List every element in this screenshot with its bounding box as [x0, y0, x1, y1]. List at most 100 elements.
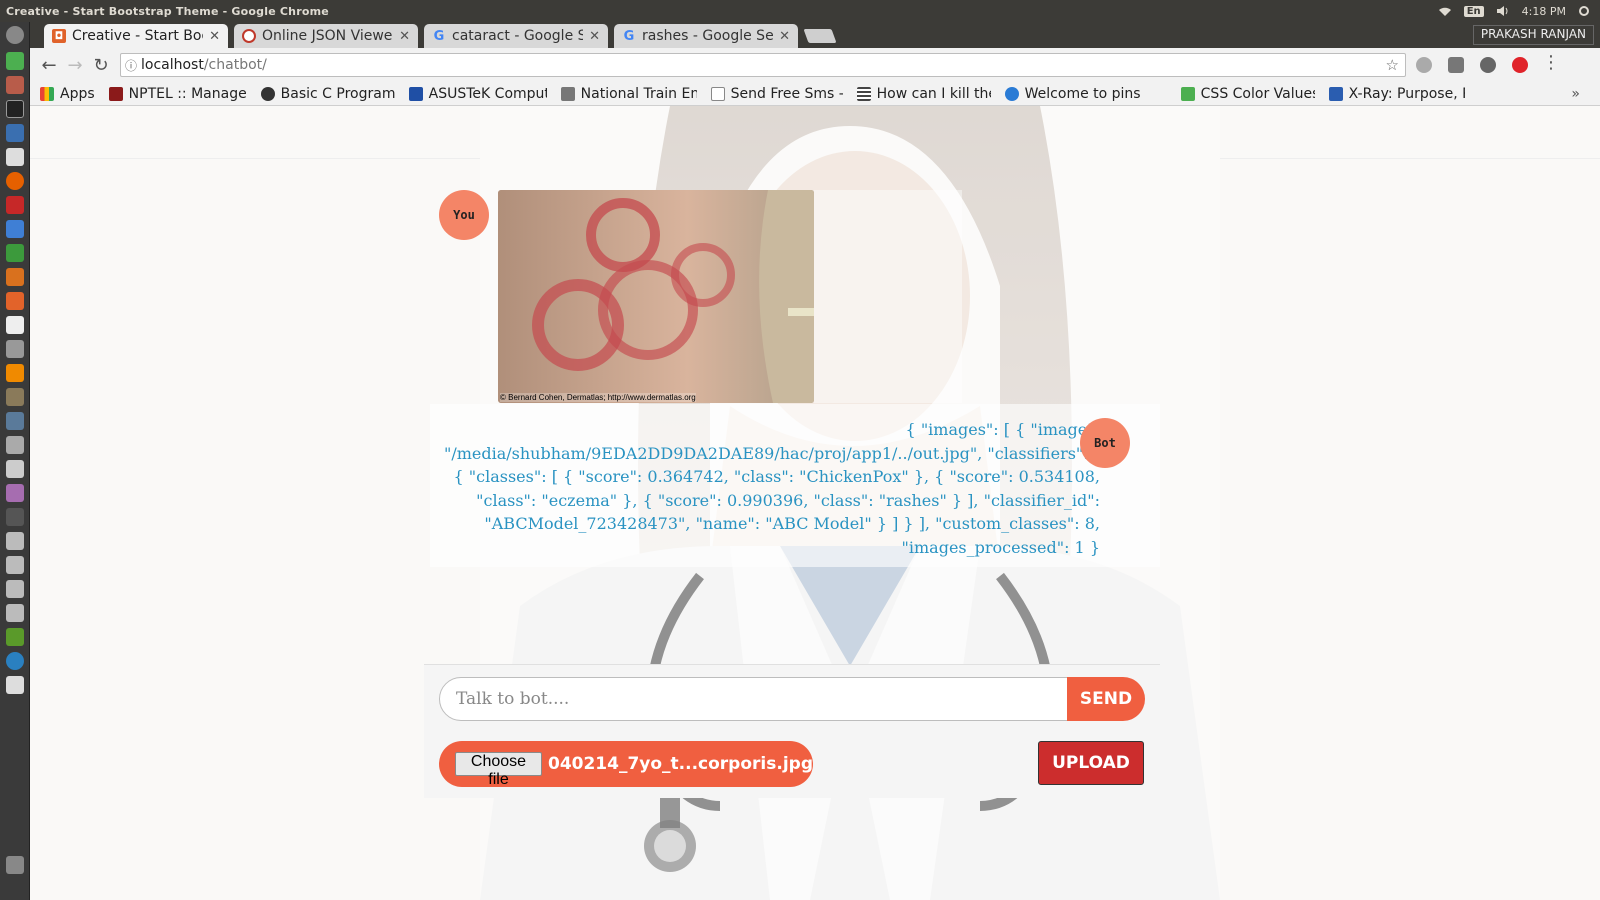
software-center-icon[interactable]	[6, 292, 24, 310]
chat-input-panel: SEND Choose file 040214_7yo_t...corporis…	[424, 664, 1160, 798]
asus-icon	[408, 86, 423, 101]
ubuntu-launcher	[0, 22, 30, 900]
bookmark-asus[interactable]: ASUSTeK Comput	[408, 85, 547, 102]
drive-icon-2[interactable]	[6, 556, 24, 574]
bookmark-send-sms[interactable]: Send Free Sms - S	[710, 86, 843, 102]
dash-icon[interactable]	[6, 26, 24, 44]
drive-icon-4[interactable]	[6, 604, 24, 622]
drive-icon-1[interactable]	[6, 532, 24, 550]
chrome-menu-icon[interactable]: ⋮	[1538, 52, 1564, 73]
address-bar[interactable]: ⓘ localhost/chatbot/ ☆	[120, 53, 1406, 77]
close-icon[interactable]: ✕	[209, 29, 220, 44]
writer-icon[interactable]	[6, 220, 24, 238]
selected-file-name: 040214_7yo_t...corporis.jpg	[547, 754, 813, 774]
firefox-icon[interactable]	[6, 172, 24, 190]
media-icon[interactable]	[6, 484, 24, 502]
os-top-panel: Creative - Start Bootstrap Theme - Googl…	[0, 0, 1600, 22]
profile-button[interactable]: PRAKASH RANJAN	[1472, 25, 1594, 45]
rash-photo-icon	[498, 190, 814, 403]
settings-icon[interactable]	[6, 340, 24, 358]
window-app-icon[interactable]	[6, 460, 24, 478]
close-icon[interactable]: ✕	[399, 29, 410, 44]
notes-icon[interactable]	[6, 676, 24, 694]
chevron-more-icon[interactable]: »	[1571, 86, 1580, 102]
search-tool-icon[interactable]	[6, 412, 24, 430]
camera-extension-icon[interactable]	[1448, 57, 1464, 73]
new-tab-button[interactable]	[803, 29, 837, 43]
tab-label: rashes - Google Sea	[642, 28, 774, 44]
bookmark-label: NPTEL :: Manage	[128, 85, 247, 102]
calc-icon[interactable]	[6, 244, 24, 262]
nptel-icon	[108, 86, 123, 101]
user-avatar: You	[439, 190, 489, 240]
bookmark-label: CSS Color Values	[1200, 85, 1315, 102]
adblock-icon[interactable]	[1512, 57, 1528, 73]
globe-icon[interactable]	[6, 652, 24, 670]
bookmark-kill[interactable]: How can I kill the	[856, 86, 991, 102]
files-icon[interactable]	[6, 76, 24, 94]
gimp-icon[interactable]	[6, 388, 24, 406]
virtualbox-icon[interactable]	[6, 124, 24, 142]
trash-icon[interactable]	[6, 856, 24, 874]
terminal-icon[interactable]	[6, 100, 24, 118]
window-title: Creative - Start Bootstrap Theme - Googl…	[6, 4, 329, 18]
bookmark-label: Apps	[60, 85, 95, 102]
screenshot-icon[interactable]	[6, 436, 24, 454]
power-gear-icon[interactable]	[1578, 5, 1590, 17]
back-arrow-icon[interactable]: ←	[36, 55, 62, 76]
css-colors-icon	[1180, 86, 1195, 101]
bookmark-xray[interactable]: X-Ray: Purpose, P	[1328, 86, 1465, 102]
bookmark-basic-c[interactable]: Basic C Programs	[260, 85, 395, 102]
text-editor-icon[interactable]	[6, 148, 24, 166]
basic-c-icon	[260, 86, 275, 101]
drive-icon-3[interactable]	[6, 580, 24, 598]
page-icon	[710, 86, 725, 101]
minecraft-icon[interactable]	[6, 628, 24, 646]
reload-icon[interactable]: ↻	[88, 55, 114, 76]
info-icon[interactable]: ⓘ	[121, 57, 141, 74]
tab-cataract[interactable]: G cataract - Google Se ✕	[424, 24, 608, 48]
impress-icon[interactable]	[6, 268, 24, 286]
bookmark-national-train[interactable]: National Train En	[560, 86, 697, 102]
bookmark-nptel[interactable]: NPTEL :: Manage	[108, 85, 247, 102]
filezilla-icon[interactable]	[6, 196, 24, 214]
extension-icon-3[interactable]	[1480, 57, 1496, 73]
clock[interactable]: 4:18 PM	[1522, 5, 1566, 18]
bookmark-star-icon[interactable]: ☆	[1386, 56, 1399, 74]
bookmark-apps[interactable]: Apps	[40, 86, 95, 102]
xray-icon	[1328, 86, 1343, 101]
tab-rashes[interactable]: G rashes - Google Sea ✕	[614, 24, 798, 48]
train-icon	[560, 86, 575, 101]
tab-json-viewer[interactable]: Online JSON Viewe ✕	[234, 24, 418, 48]
close-icon[interactable]: ✕	[779, 29, 790, 44]
bookmark-css-colors[interactable]: CSS Color Values	[1180, 85, 1315, 102]
chat-message-input[interactable]	[439, 677, 1069, 721]
tab-creative[interactable]: ◘ Creative - Start Boo ✕	[44, 24, 228, 48]
upload-button[interactable]: UPLOAD	[1038, 741, 1144, 785]
bookmark-pins[interactable]: Welcome to pins	[1004, 85, 1167, 102]
user-bubble-backdrop	[814, 190, 962, 403]
choose-file-button[interactable]: Choose file	[455, 752, 542, 788]
bot-avatar: Bot	[1080, 418, 1130, 468]
chatbot-page: You © Bernard Cohen, Dermatlas; http://w…	[30, 106, 1600, 900]
bookmark-label: ASUSTeK Comput	[428, 85, 547, 102]
volume-icon[interactable]	[1496, 5, 1510, 17]
amazon-icon[interactable]	[6, 316, 24, 334]
close-icon[interactable]: ✕	[589, 29, 600, 44]
chrome-icon[interactable]	[6, 52, 24, 70]
stackoverflow-icon	[856, 86, 871, 101]
forward-arrow-icon[interactable]: →	[62, 55, 88, 76]
browser-toolbar: ← → ↻ ⓘ localhost/chatbot/ ☆ ⋮	[30, 48, 1600, 82]
url-host: localhost	[141, 57, 204, 73]
file-chooser[interactable]: Choose file 040214_7yo_t...corporis.jpg	[439, 741, 813, 788]
wifi-icon[interactable]	[1438, 6, 1452, 17]
extension-icon-1[interactable]	[1416, 57, 1432, 73]
bookmark-label: Welcome to pins	[1024, 85, 1141, 102]
keyboard-layout-indicator[interactable]: En	[1463, 5, 1484, 17]
tab-label: Online JSON Viewe	[262, 28, 393, 44]
monitor-icon[interactable]	[6, 508, 24, 526]
bookmark-label: Basic C Programs	[280, 85, 395, 102]
google-favicon-icon: G	[433, 28, 445, 44]
vlc-icon[interactable]	[6, 364, 24, 382]
send-button[interactable]: SEND	[1067, 677, 1145, 721]
